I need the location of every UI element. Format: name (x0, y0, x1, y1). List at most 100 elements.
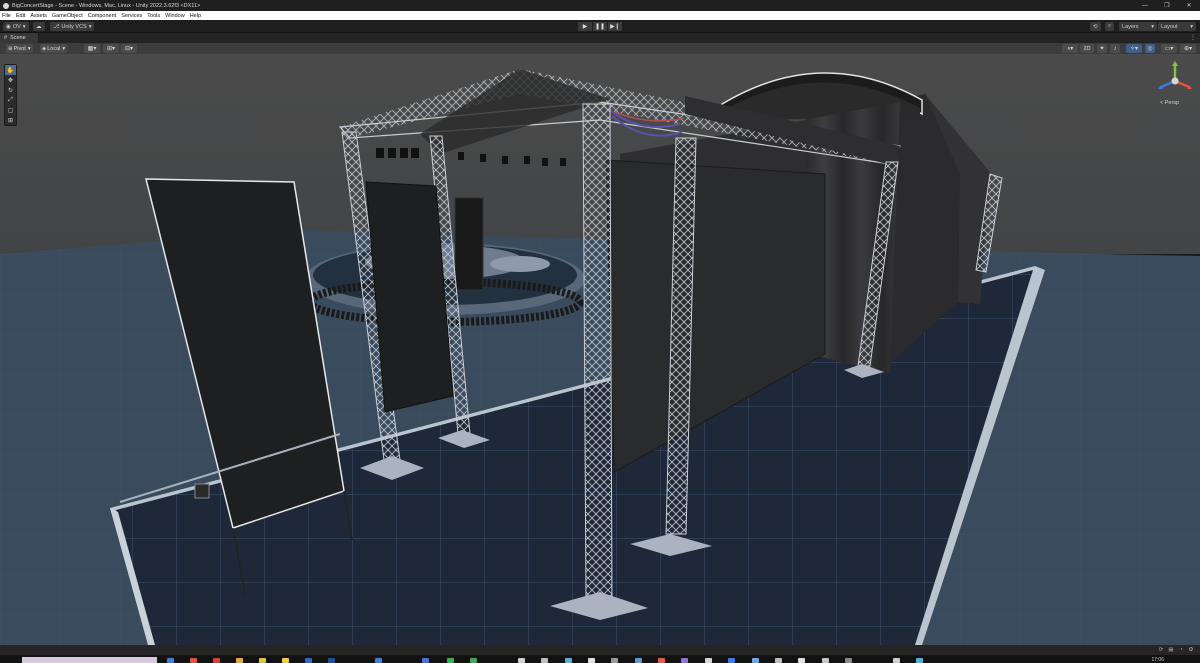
camera-icon[interactable]: ▭▾ (1161, 44, 1177, 53)
taskbar-app-icon[interactable] (259, 658, 266, 663)
pause-button[interactable]: ❚❚ (593, 22, 607, 31)
scene-view-toolbar: ⊕ Pivot ▾ ◈ Local ▾ ▦▾ ⊞▾ ⊟▾ ◑▾ 2D ✦ ♪ ✧… (0, 43, 1200, 54)
layers-dropdown[interactable]: Layers ▾ (1119, 22, 1157, 31)
pivot-icon: ⊕ (8, 45, 13, 52)
menu-component[interactable]: Component (88, 13, 116, 19)
layers-label: Layers (1122, 23, 1139, 30)
taskbar-app-icon[interactable] (658, 658, 665, 663)
taskbar-app-icon[interactable] (305, 658, 312, 663)
taskbar-app-icon[interactable] (565, 658, 572, 663)
search-button[interactable]: ⌕ (1105, 22, 1115, 31)
taskbar-app-icon[interactable] (635, 658, 642, 663)
chevron-down-icon: ▾ (62, 45, 66, 52)
taskbar-app-icon[interactable] (167, 658, 174, 663)
more-options-icon[interactable]: ⋮ (1190, 34, 1196, 41)
playmode-controls: ▶ ❚❚ ▶❙ (578, 22, 623, 31)
grid-snap-icon[interactable]: ▦▾ (84, 44, 100, 53)
taskbar-app-icon[interactable] (236, 658, 243, 663)
title-bar: BigConcertStage - Scene - Windows, Mac, … (0, 0, 1200, 11)
menu-edit[interactable]: Edit (16, 13, 25, 19)
taskbar-clock[interactable]: 17:06 (1151, 657, 1164, 663)
move-tool-icon[interactable]: ✥ (5, 75, 16, 85)
vcs-label: Unity VCS (61, 23, 87, 30)
gizmos-icon[interactable]: ⊕▾ (1180, 44, 1196, 53)
taskbar-app-icon[interactable] (893, 658, 900, 663)
window-title: BigConcertStage - Scene - Windows, Mac, … (12, 2, 201, 9)
taskbar-app-icon[interactable] (916, 658, 923, 663)
close-button[interactable]: ✕ (1178, 0, 1200, 11)
status-bar: ⟳ ▤ ◔ ⚙ (0, 645, 1200, 655)
hand-tool-icon[interactable]: ✋ (5, 65, 16, 75)
account-label: OV (12, 23, 21, 30)
taskbar-app-icon[interactable] (422, 658, 429, 663)
menu-file[interactable]: File (2, 13, 11, 19)
tab-scene[interactable]: # Scene (0, 33, 38, 43)
rect-tool-icon[interactable]: ▢ (5, 105, 16, 115)
taskbar-app-icon[interactable] (190, 658, 197, 663)
taskbar-app-icon[interactable] (328, 658, 335, 663)
taskbar-app-icon[interactable] (282, 658, 289, 663)
rotate-tool-icon[interactable]: ↻ (5, 85, 16, 95)
taskbar-app-icon[interactable] (775, 658, 782, 663)
taskbar-app-icon[interactable] (588, 658, 595, 663)
taskbar-app-icon[interactable] (752, 658, 759, 663)
history-button[interactable]: ⟲ (1090, 22, 1101, 31)
local-dropdown[interactable]: ◈ Local ▾ (40, 44, 68, 53)
chevron-down-icon: ▾ (88, 23, 92, 30)
chevron-down-icon: ▾ (1190, 23, 1193, 30)
play-button[interactable]: ▶ (578, 22, 592, 31)
minimize-button[interactable]: — (1134, 0, 1156, 11)
taskbar-app-icon[interactable] (681, 658, 688, 663)
ruler-icon[interactable]: ⊟▾ (121, 44, 137, 53)
taskbar-app-icon[interactable] (845, 658, 852, 663)
maximize-button[interactable]: ❐ (1156, 0, 1178, 11)
taskbar-app-icon[interactable] (798, 658, 805, 663)
layout-dropdown[interactable]: Layout ▾ (1158, 22, 1196, 31)
account-button[interactable]: ◉ OV ▾ (3, 22, 29, 31)
os-taskbar (0, 655, 1200, 663)
layout-label: Layout (1161, 23, 1178, 30)
local-icon: ◈ (42, 45, 47, 52)
taskbar-app-icon[interactable] (728, 658, 735, 663)
hidden-objects-icon[interactable]: ◎ (1145, 44, 1155, 53)
pivot-dropdown[interactable]: ⊕ Pivot ▾ (6, 44, 33, 53)
taskbar-app-icon[interactable] (541, 658, 548, 663)
settings-icon[interactable]: ⚙ (1186, 646, 1196, 654)
taskbar-thumbnail[interactable] (22, 657, 157, 663)
lighting-icon[interactable]: ✦ (1097, 44, 1107, 53)
taskbar-app-icon[interactable] (213, 658, 220, 663)
menu-services[interactable]: Services (121, 13, 142, 19)
cloud-button[interactable]: ☁ (33, 22, 45, 31)
taskbar-app-icon[interactable] (822, 658, 829, 663)
audio-icon[interactable]: ♪ (1110, 44, 1120, 53)
taskbar-app-icon[interactable] (375, 658, 382, 663)
menu-help[interactable]: Help (190, 13, 201, 19)
taskbar-app-icon[interactable] (611, 658, 618, 663)
mode-2d-toggle[interactable]: 2D (1080, 44, 1094, 53)
sync-icon[interactable]: ⟳ (1156, 646, 1166, 654)
scale-tool-icon[interactable]: ⤢ (5, 95, 16, 105)
cloud-icon: ☁ (36, 23, 42, 30)
projection-label[interactable]: < Persp (1160, 100, 1179, 106)
taskbar-app-icon[interactable] (447, 658, 454, 663)
search-icon: ⌕ (1108, 23, 1112, 29)
vcs-button[interactable]: ⎇ Unity VCS ▾ (50, 22, 95, 31)
menu-assets[interactable]: Assets (30, 13, 47, 19)
draw-mode-icon[interactable]: ◑▾ (1062, 44, 1078, 53)
taskbar-app-icon[interactable] (470, 658, 477, 663)
snap-increment-icon[interactable]: ⊞▾ (103, 44, 119, 53)
taskbar-app-icon[interactable] (705, 658, 712, 663)
taskbar-app-icon[interactable] (518, 658, 525, 663)
scene-tab-bar: # Scene ⋮ (0, 33, 1200, 43)
step-button[interactable]: ▶❙ (608, 22, 622, 31)
menu-gameobject[interactable]: GameObject (52, 13, 83, 19)
menu-tools[interactable]: Tools (147, 13, 160, 19)
scene-viewport[interactable] (0, 54, 1200, 645)
notification-icon[interactable]: ◔ (1176, 646, 1186, 654)
main-toolbar: ◉ OV ▾ ☁ ⎇ Unity VCS ▾ ▶ ❚❚ ▶❙ ⟲ ⌕ Layer… (0, 20, 1200, 33)
unity-logo-icon (3, 2, 9, 9)
effects-icon[interactable]: ✧▾ (1126, 44, 1142, 53)
transform-tool-icon[interactable]: ⊞ (5, 115, 16, 125)
menu-window[interactable]: Window (165, 13, 185, 19)
console-icon[interactable]: ▤ (1166, 646, 1176, 654)
